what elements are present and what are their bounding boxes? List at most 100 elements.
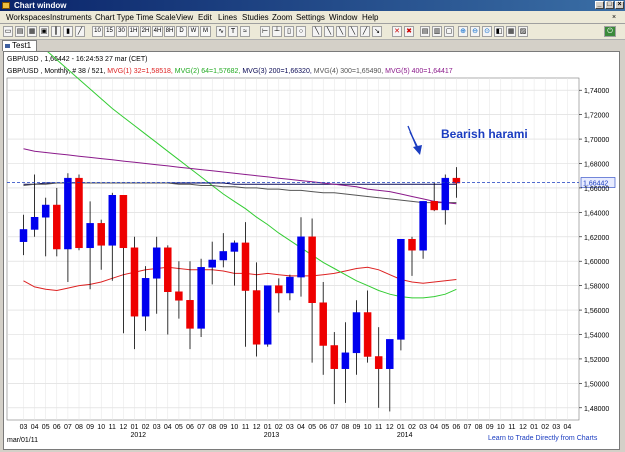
header-settings-text: GBP/USD , Monthly, # 38 / 521, xyxy=(7,68,105,75)
menu-zoom[interactable]: Zoom xyxy=(272,12,292,23)
menu-edit[interactable]: Edit xyxy=(198,12,212,23)
candle-chart-icon[interactable]: ▮ xyxy=(63,26,73,37)
timeframe-4h[interactable]: 4H xyxy=(152,26,163,37)
menu-view[interactable]: View xyxy=(176,12,193,23)
maximize-button[interactable]: □ xyxy=(605,1,614,9)
candle-body xyxy=(430,201,438,211)
x-tick-label: 03 xyxy=(153,424,161,431)
x-year-label: 2014 xyxy=(397,432,413,439)
header-mvg4: MVG(4) 300=1,65490, xyxy=(314,68,384,75)
chart-panel[interactable]: GBP/USD , 1,66442 - 16:24:53 27 mar (CET… xyxy=(3,51,620,450)
indicator-icon[interactable]: ≈ xyxy=(240,26,250,37)
timeframe-d[interactable]: D xyxy=(176,26,187,37)
x-tick-label: 09 xyxy=(219,424,227,431)
window-icon[interactable]: ▢ xyxy=(444,26,454,37)
candle-body xyxy=(419,201,427,251)
timeframe-2h[interactable]: 2H xyxy=(140,26,151,37)
candlestick-chart[interactable]: GBP/USD , 1,66442 - 16:24:53 27 mar (CET… xyxy=(4,52,619,449)
channel-tool-icon[interactable]: ╲ xyxy=(324,26,334,37)
menu-studies[interactable]: Studies xyxy=(242,12,269,23)
tab-label: Test1 xyxy=(12,41,32,50)
x-tick-label: 12 xyxy=(386,424,394,431)
candle-body xyxy=(75,177,83,249)
timeframe-15[interactable]: 15 xyxy=(104,26,115,37)
arrow-tool-icon[interactable]: ↘ xyxy=(372,26,382,37)
timeframe-10[interactable]: 10 xyxy=(92,26,103,37)
chart-header-settings: GBP/USD , Monthly, # 38 / 521, MVG(1) 32… xyxy=(7,68,453,75)
menu-time-scale[interactable]: Time Scale xyxy=(136,12,176,23)
scroll-icon[interactable]: ◧ xyxy=(494,26,504,37)
vline-tool-icon[interactable]: ┴ xyxy=(272,26,282,37)
open-icon[interactable]: ▤ xyxy=(15,26,25,37)
x-tick-label: 05 xyxy=(175,424,183,431)
bar-chart-icon[interactable]: ┃ xyxy=(51,26,61,37)
annotation-bearish-harami[interactable]: Bearish harami xyxy=(441,127,528,141)
x-tick-label: 01 xyxy=(397,424,405,431)
new-chart-icon[interactable]: ▭ xyxy=(3,26,13,37)
save-icon[interactable]: ▦ xyxy=(27,26,37,37)
candle-body xyxy=(374,356,383,369)
candle-body xyxy=(252,290,261,345)
x-tick-label: 08 xyxy=(342,424,350,431)
hline-tool-icon[interactable]: ⊢ xyxy=(260,26,270,37)
line-chart-icon[interactable]: ╱ xyxy=(75,26,85,37)
candle-body xyxy=(197,267,205,329)
candle-body xyxy=(408,238,416,251)
studies-icon[interactable]: ∿ xyxy=(216,26,226,37)
x-tick-label: 12 xyxy=(120,424,128,431)
candle-body xyxy=(352,312,361,354)
menu-close-icon[interactable]: × xyxy=(612,12,616,23)
timeframe-w[interactable]: W xyxy=(188,26,199,37)
candle-body xyxy=(363,312,372,357)
timeframe-1h[interactable]: 1H xyxy=(128,26,139,37)
candle-body xyxy=(319,302,327,346)
fan-tool-icon[interactable]: ╲ xyxy=(348,26,358,37)
window-title-bar: Chart window _ □ × xyxy=(0,0,625,11)
delete-drawing-icon[interactable]: ✕ xyxy=(392,26,402,37)
delete-all-icon[interactable]: ✖ xyxy=(404,26,414,37)
tab-test1[interactable]: Test1 xyxy=(2,40,37,51)
x-tick-label: 07 xyxy=(64,424,72,431)
x-tick-label: 11 xyxy=(109,424,116,431)
menu-lines[interactable]: Lines xyxy=(218,12,237,23)
menu-help[interactable]: Help xyxy=(362,12,378,23)
properties-icon[interactable]: ▤ xyxy=(420,26,430,37)
timeframe-30[interactable]: 30 xyxy=(116,26,127,37)
rect-tool-icon[interactable]: ▯ xyxy=(284,26,294,37)
export-icon[interactable]: ▨ xyxy=(518,26,528,37)
x-tick-label: 07 xyxy=(197,424,205,431)
y-tick-label: 1,62000 xyxy=(584,235,609,242)
grid-icon[interactable]: ▦ xyxy=(506,26,516,37)
footer-link[interactable]: Learn to Trade Directly from Charts xyxy=(488,435,598,442)
zoom-fit-icon[interactable]: ⊙ xyxy=(482,26,492,37)
candle-body xyxy=(41,204,50,218)
ellipse-tool-icon[interactable]: ○ xyxy=(296,26,306,37)
text-tool-icon[interactable]: T xyxy=(228,26,238,37)
fibonacci-tool-icon[interactable]: ╲ xyxy=(336,26,346,37)
close-button[interactable]: × xyxy=(615,1,624,9)
x-year-label: 2013 xyxy=(264,432,280,439)
print-icon[interactable]: ▣ xyxy=(39,26,49,37)
minimize-button[interactable]: _ xyxy=(595,1,604,9)
x-tick-label: 08 xyxy=(208,424,216,431)
candle-body xyxy=(297,236,305,278)
y-tick-label: 1,58000 xyxy=(584,284,609,291)
timeframe-8h[interactable]: 8H xyxy=(164,26,175,37)
zoom-in-icon[interactable]: ⊕ xyxy=(458,26,468,37)
x-tick-label: 08 xyxy=(75,424,83,431)
candle-body xyxy=(130,247,139,317)
menu-settings[interactable]: Settings xyxy=(296,12,325,23)
y-tick-label: 1,48000 xyxy=(584,406,609,413)
x-tick-label: 02 xyxy=(408,424,416,431)
menu-workspaces[interactable]: Workspaces xyxy=(6,12,50,23)
gann-tool-icon[interactable]: ╱ xyxy=(360,26,370,37)
y-tick-label: 1,56000 xyxy=(584,308,609,315)
timeframe-m[interactable]: M xyxy=(200,26,211,37)
zoom-out-icon[interactable]: ⊖ xyxy=(470,26,480,37)
templates-icon[interactable]: ▥ xyxy=(432,26,442,37)
x-tick-label: 03 xyxy=(20,424,28,431)
menu-instruments[interactable]: Instruments xyxy=(50,12,92,23)
menu-window[interactable]: Window xyxy=(329,12,357,23)
menu-chart-type[interactable]: Chart Type xyxy=(95,12,134,23)
trendline-tool-icon[interactable]: ╲ xyxy=(312,26,322,37)
